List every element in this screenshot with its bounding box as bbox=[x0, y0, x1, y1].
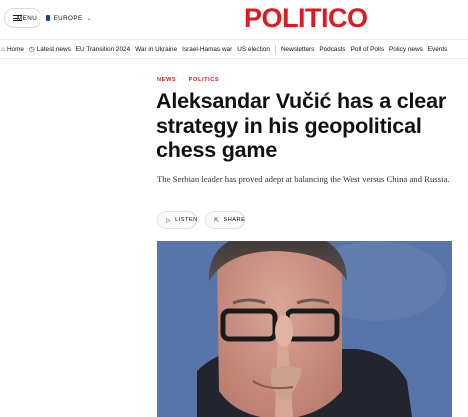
play-icon: ▷ bbox=[166, 217, 172, 224]
nav-divider bbox=[274, 44, 276, 54]
nav-item-home[interactable]: ⌂ Home bbox=[1, 46, 24, 53]
share-button[interactable]: ⇱ SHARE bbox=[205, 211, 245, 229]
share-label: SHARE bbox=[223, 217, 246, 223]
portrait-illustration bbox=[157, 241, 452, 417]
nav-item-podcasts[interactable]: Podcasts bbox=[319, 46, 345, 53]
crumb-separator: · bbox=[181, 77, 184, 83]
nav-label: US election bbox=[237, 45, 270, 53]
nav-label: War in Ukraine bbox=[135, 45, 178, 53]
crumb-politics[interactable]: POLITICS bbox=[189, 77, 220, 83]
breadcrumb: NEWS · POLITICS bbox=[157, 77, 219, 83]
politico-logo[interactable]: POLITICO bbox=[244, 3, 368, 33]
nav-item-poll-of-polls[interactable]: Poll of Polls bbox=[351, 46, 384, 53]
nav-item-us-election[interactable]: US election bbox=[237, 46, 270, 53]
home-icon: ⌂ bbox=[1, 45, 5, 53]
nav-label: Podcasts bbox=[319, 45, 346, 53]
nav-label: Home bbox=[6, 45, 24, 53]
listen-button[interactable]: ▷ LISTEN bbox=[157, 211, 197, 229]
nav-label: Events bbox=[427, 45, 448, 53]
nav-label: Newsletters bbox=[280, 45, 315, 53]
nav-item-israel-hamas-war[interactable]: Israel-Hamas war bbox=[182, 46, 232, 53]
nav-item-eu-transition[interactable]: EU Transition 2024 bbox=[76, 46, 130, 53]
chevron-down-icon: ⌄ bbox=[86, 15, 92, 22]
top-bar: MENU EUROPE ⌄ POLITICO bbox=[0, 0, 468, 38]
article-dek: The Serbian leader has proved adept at b… bbox=[157, 174, 450, 184]
nav-label: Poll of Polls bbox=[350, 45, 385, 53]
section-nav: ⌂ Home ◷ Latest news EU Transition 2024 … bbox=[0, 39, 468, 59]
clock-icon: ◷ bbox=[29, 46, 35, 53]
edition-label: EUROPE bbox=[53, 14, 83, 22]
nav-item-war-in-ukraine[interactable]: War in Ukraine bbox=[135, 46, 177, 53]
menu-button[interactable]: MENU bbox=[4, 8, 42, 28]
nav-item-events[interactable]: Events bbox=[428, 46, 448, 53]
nav-label: EU Transition 2024 bbox=[75, 45, 131, 53]
nav-label: Latest news bbox=[36, 45, 71, 53]
article-photo bbox=[157, 241, 452, 417]
crumb-news[interactable]: NEWS bbox=[157, 77, 176, 83]
nav-item-latest-news[interactable]: ◷ Latest news bbox=[29, 45, 71, 54]
share-icon: ⇱ bbox=[214, 217, 220, 224]
listen-label: LISTEN bbox=[175, 217, 198, 223]
eu-flag-icon bbox=[46, 15, 50, 21]
nav-item-policy-news[interactable]: Policy news bbox=[389, 46, 423, 53]
nav-label: Israel-Hamas war bbox=[182, 45, 233, 53]
nav-item-newsletters[interactable]: Newsletters bbox=[281, 46, 314, 53]
nav-label: Policy news bbox=[389, 45, 423, 53]
edition-selector[interactable]: EUROPE ⌄ bbox=[38, 8, 100, 28]
article-headline: Aleksandar Vučić has a clear strategy in… bbox=[156, 89, 446, 162]
